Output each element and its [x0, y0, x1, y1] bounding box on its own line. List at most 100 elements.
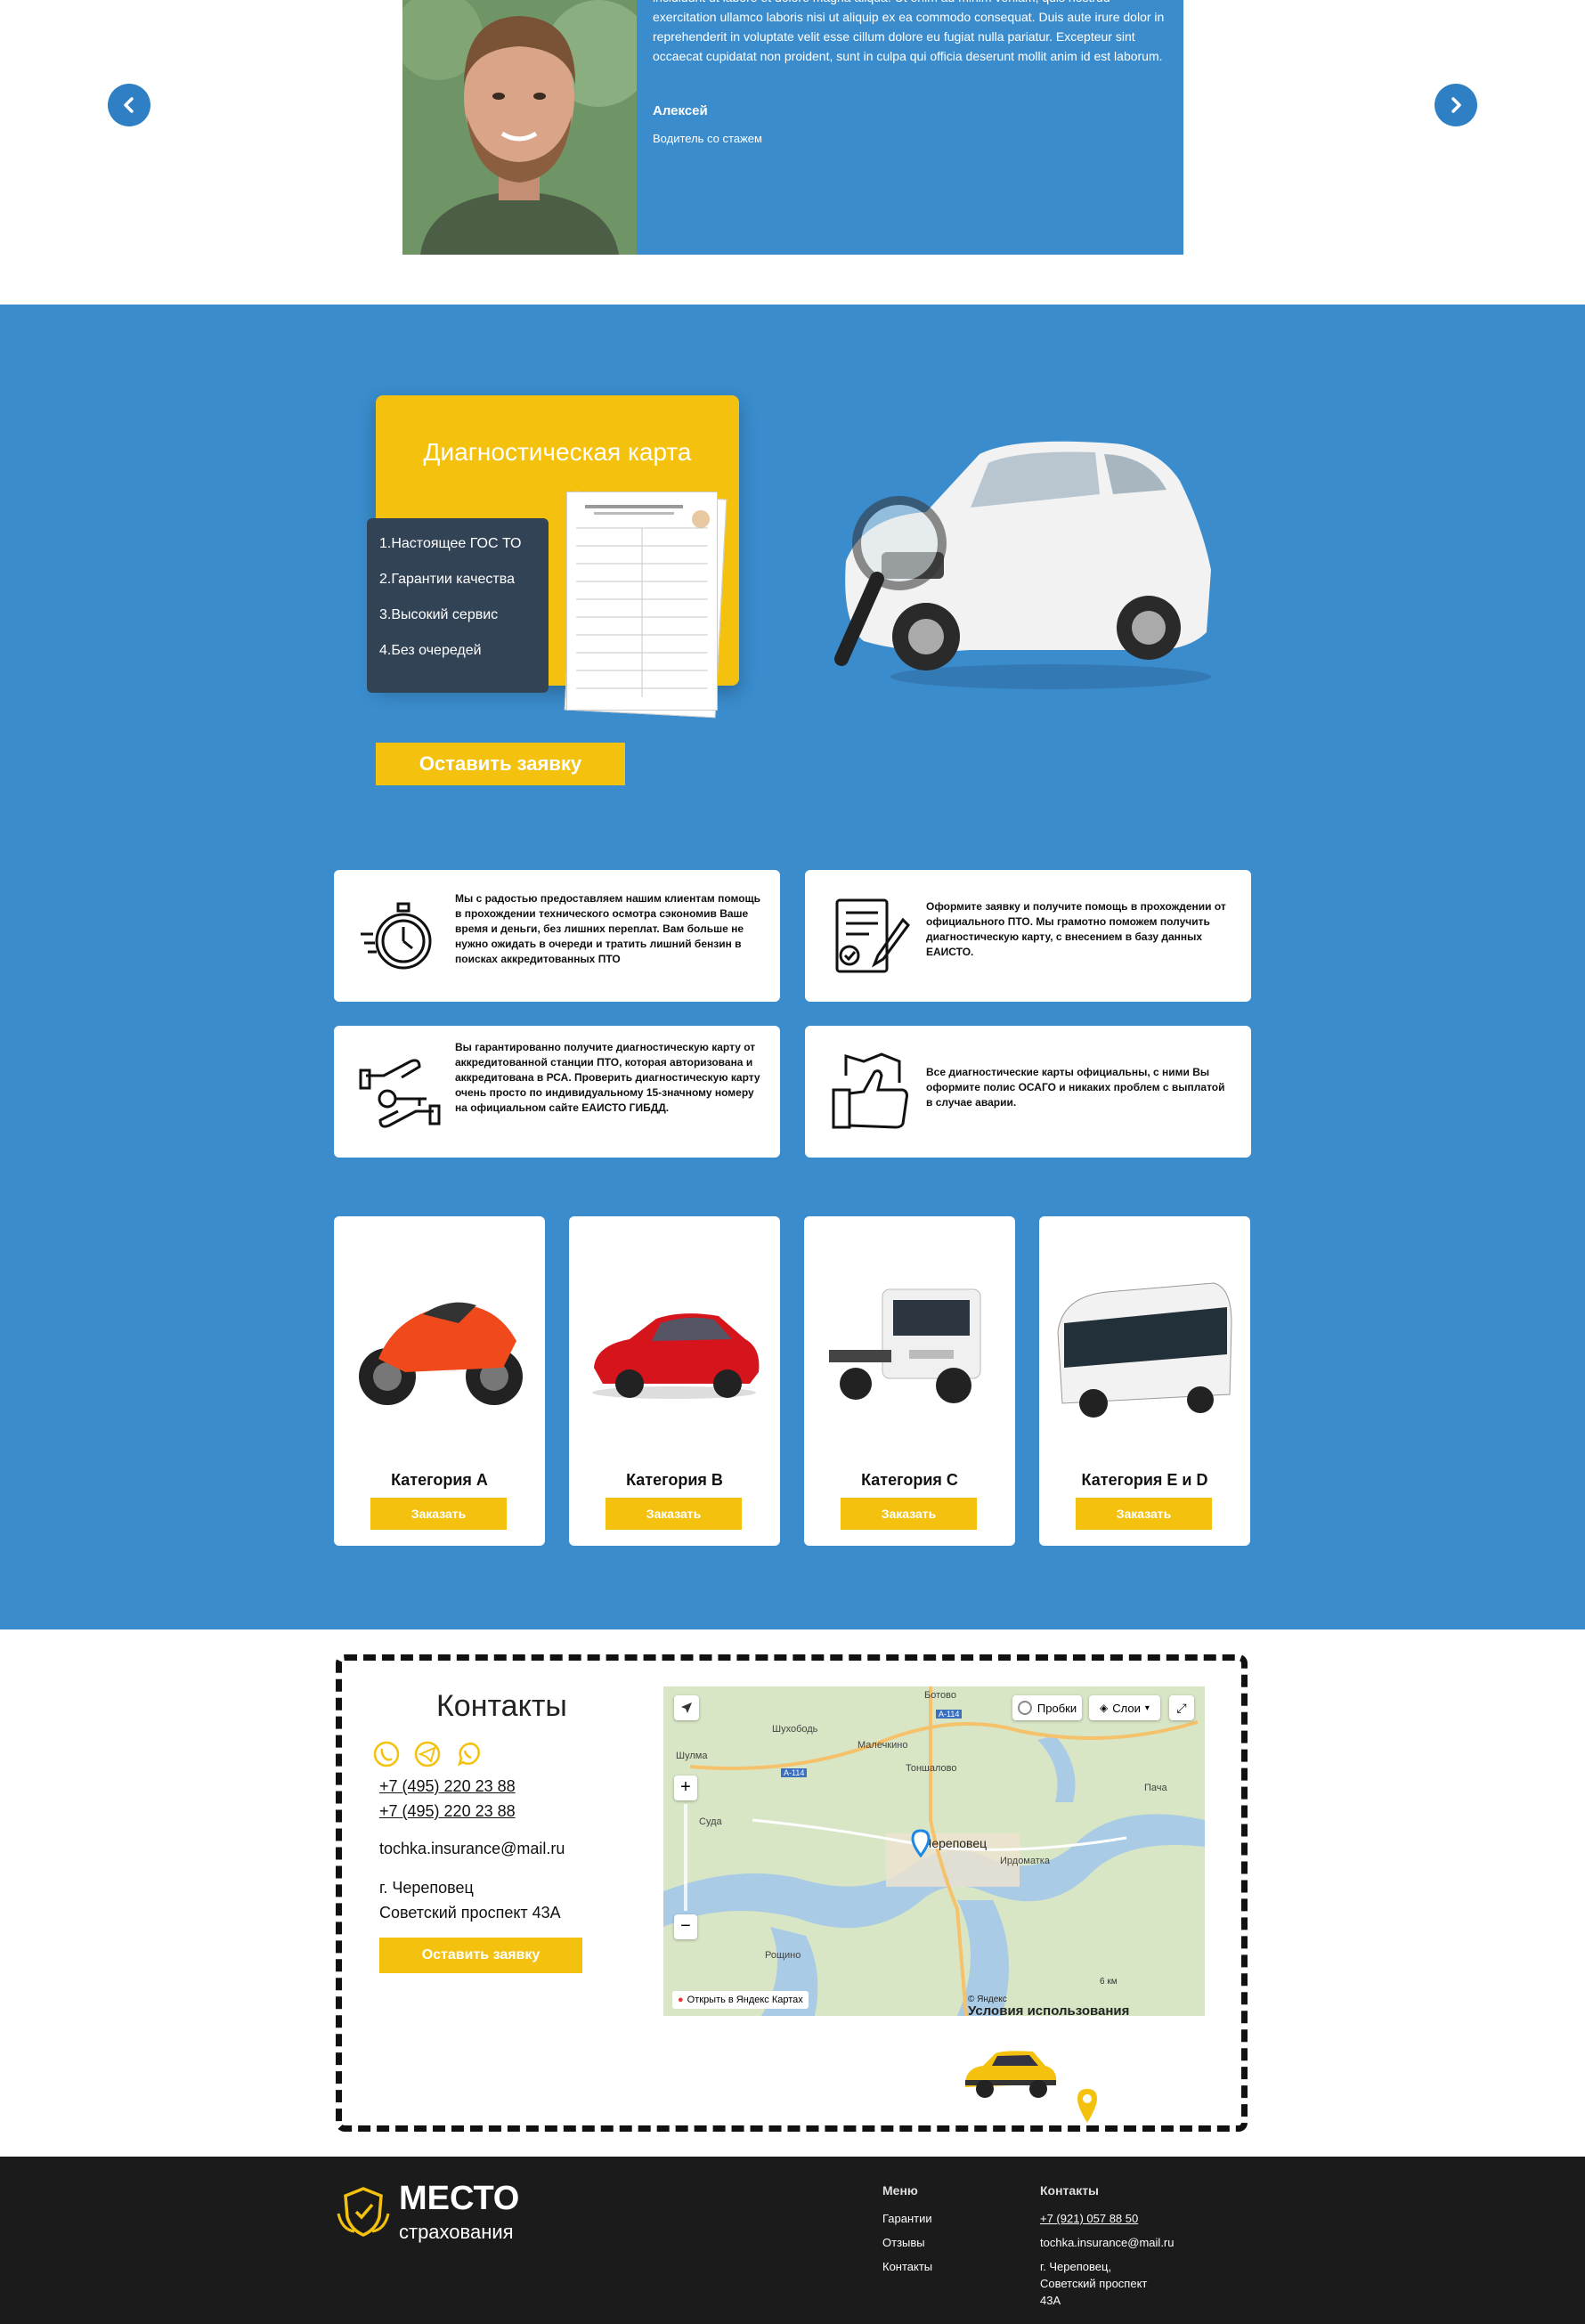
footer-phone[interactable]: +7 (921) 057 88 50	[1040, 2212, 1138, 2225]
feature-text: Мы с радостью предоставляем нашим клиент…	[455, 892, 761, 965]
category-order-button[interactable]: Заказать	[841, 1498, 977, 1530]
feature-card: Все диагностические карты официальны, с …	[805, 1026, 1251, 1158]
category-order-button[interactable]: Заказать	[1076, 1498, 1212, 1530]
motorcycle-image	[352, 1279, 530, 1412]
feature-card: Оформите заявку и получите помощь в прох…	[805, 870, 1251, 1002]
category-name: Категория A	[391, 1471, 488, 1489]
car-image	[585, 1296, 763, 1403]
location-pin-icon	[1077, 2089, 1097, 2123]
hand-key-icon	[357, 1049, 443, 1134]
logo-sub-text: страхования	[399, 2221, 514, 2243]
footer-address-line: 43А	[1040, 2294, 1061, 2307]
footer-address-line: г. Череповец,	[1040, 2260, 1112, 2273]
feature-text: Все диагностические карты официальны, с …	[926, 1066, 1225, 1109]
map-terms-link[interactable]: Условия использования	[968, 2003, 1129, 2016]
testimonial-role: Водитель со стажем	[653, 132, 762, 145]
feature-card: Мы с радостью предоставляем нашим клиент…	[334, 870, 780, 1002]
taxi-car-image	[962, 2048, 1060, 2100]
location-pin-icon: ●	[678, 1995, 684, 2005]
category-name: Категория C	[861, 1471, 958, 1489]
footer-menu-item[interactable]: Гарантии	[882, 2212, 932, 2225]
feature-text: Вы гарантированно получите диагностическ…	[455, 1041, 760, 1114]
contacts-request-button[interactable]: Оставить заявку	[379, 1938, 582, 1973]
logo-shield-icon	[337, 2187, 390, 2237]
benefit-item: 1.Настоящее ГОС ТО	[379, 536, 522, 551]
map-zoom-slider[interactable]	[684, 1804, 687, 1911]
footer-menu-item[interactable]: Контакты	[882, 2260, 932, 2273]
footer-address-line: Советский проспект	[1040, 2277, 1148, 2290]
benefit-item: 2.Гарантии качества	[379, 572, 515, 587]
chevron-left-icon	[124, 97, 134, 113]
map-place-label: Тоншалово	[906, 1763, 957, 1774]
diagnostic-document-image	[566, 492, 718, 711]
category-card: Категория A Заказать	[334, 1216, 545, 1546]
testimonial-photo	[402, 0, 637, 255]
services-section	[0, 305, 1585, 1629]
map-place-label: Шухободь	[772, 1724, 818, 1735]
navigation-arrow-icon	[681, 1702, 692, 1713]
footer-menu-title: Меню	[882, 2183, 918, 2198]
stopwatch-icon	[357, 893, 443, 979]
map-place-label: Ирдоматка	[1000, 1856, 1050, 1866]
map-road-label: А-114	[936, 1710, 963, 1719]
open-in-yandex-link[interactable]: ● Открыть в Яндекс Картах	[672, 1991, 809, 2009]
testimonial-text: incididunt ut labore et dolore magna ali…	[653, 0, 1165, 63]
map-road-label: А-114	[781, 1768, 808, 1777]
contact-email[interactable]: tochka.insurance@mail.ru	[379, 1840, 565, 1858]
map-place-label: Малечкино	[858, 1740, 908, 1751]
diagnostic-title: Диагностическая карта	[423, 438, 692, 466]
map-scale: 6 км	[1100, 1977, 1118, 1987]
feature-card: Вы гарантированно получите диагностическ…	[334, 1026, 780, 1158]
viber-icon[interactable]	[372, 1740, 401, 1768]
expand-icon: ⤢	[1176, 1700, 1187, 1715]
slider-prev-button[interactable]	[108, 84, 150, 126]
map-layers-button[interactable]: ◈ Слои ▾	[1089, 1695, 1160, 1720]
map-locate-button[interactable]	[674, 1695, 699, 1720]
footer-contacts-title: Контакты	[1040, 2183, 1100, 2198]
map-place-label: Ботово	[924, 1690, 956, 1701]
yandex-map[interactable]: Пробки ◈ Слои ▾ ⤢ + − Череповец Ботово Ш…	[663, 1686, 1205, 2016]
map-pin-icon[interactable]	[911, 1829, 931, 1857]
chevron-right-icon	[1451, 97, 1461, 113]
footer-email[interactable]: tochka.insurance@mail.ru	[1040, 2236, 1174, 2249]
map-traffic-button[interactable]: Пробки	[1012, 1695, 1082, 1720]
contact-phone-1[interactable]: +7 (495) 220 23 88	[379, 1777, 516, 1796]
feature-text: Оформите заявку и получите помощь в прох…	[926, 900, 1226, 958]
testimonial-card: incididunt ut labore et dolore magna ali…	[637, 0, 1183, 255]
category-name: Категория E и D	[1081, 1471, 1208, 1489]
footer	[0, 2157, 1585, 2324]
chevron-down-icon: ▾	[1144, 1702, 1150, 1713]
category-order-button[interactable]: Заказать	[370, 1498, 507, 1530]
diagnostic-request-button[interactable]: Оставить заявку	[376, 743, 625, 785]
footer-menu-item[interactable]: Отзывы	[882, 2236, 925, 2249]
document-pen-icon	[828, 893, 914, 979]
category-order-button[interactable]: Заказать	[606, 1498, 742, 1530]
logo-main-text[interactable]: МЕСТО	[399, 2180, 519, 2218]
map-canvas	[663, 1686, 1205, 2016]
bus-image	[1053, 1270, 1236, 1421]
map-place-label: Суда	[699, 1816, 722, 1827]
open-in-yandex-label: Открыть в Яндекс Картах	[687, 1995, 803, 2005]
map-zoom-in-button[interactable]: +	[674, 1776, 697, 1800]
map-place-label: Рощино	[765, 1950, 801, 1961]
contact-city: г. Череповец	[379, 1879, 474, 1897]
category-card: Категория E и D Заказать	[1039, 1216, 1250, 1546]
thumbs-up-icon	[828, 1049, 914, 1134]
map-layers-label: Слои	[1112, 1701, 1141, 1715]
layers-icon: ◈	[1100, 1702, 1109, 1714]
telegram-icon[interactable]	[413, 1740, 442, 1768]
testimonial-author: Алексей	[653, 103, 708, 118]
map-traffic-label: Пробки	[1036, 1701, 1077, 1715]
contact-phone-2[interactable]: +7 (495) 220 23 88	[379, 1802, 516, 1821]
category-name: Категория B	[626, 1471, 723, 1489]
minus-icon: −	[680, 1916, 691, 1936]
traffic-icon	[1017, 1701, 1032, 1715]
category-card: Категория B Заказать	[569, 1216, 780, 1546]
benefit-item: 4.Без очередей	[379, 643, 482, 658]
whatsapp-icon[interactable]	[454, 1740, 483, 1768]
slider-next-button[interactable]	[1435, 84, 1477, 126]
map-fullscreen-button[interactable]: ⤢	[1169, 1695, 1194, 1720]
map-zoom-out-button[interactable]: −	[674, 1914, 697, 1939]
category-card: Категория C Заказать	[804, 1216, 1015, 1546]
map-place-label: Пача	[1144, 1783, 1167, 1793]
